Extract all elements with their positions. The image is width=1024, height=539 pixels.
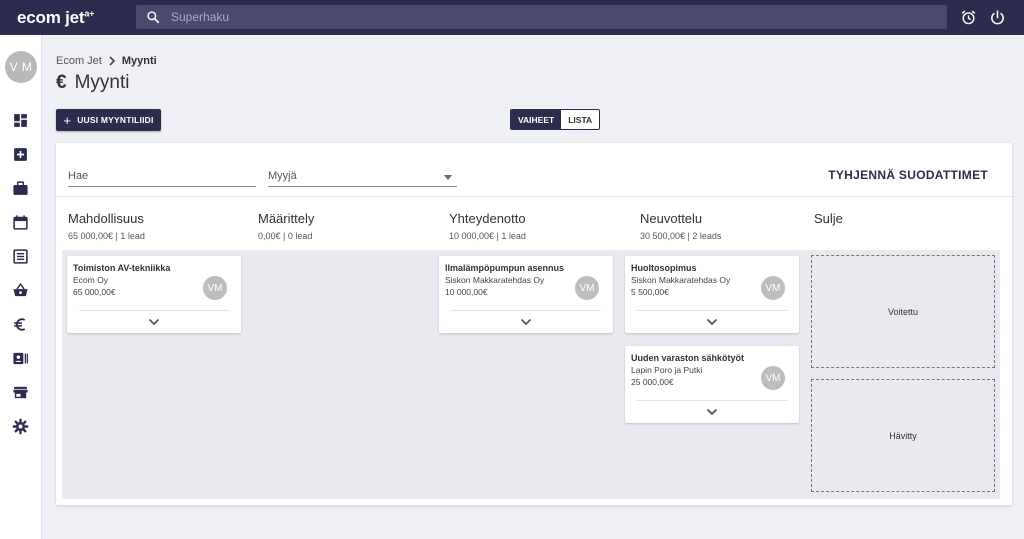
lost-dropzone[interactable]: Hävitty — [811, 379, 995, 492]
chevron-down-icon[interactable] — [706, 318, 718, 326]
search-icon — [147, 11, 160, 24]
chevron-down-icon[interactable] — [520, 318, 532, 326]
column-header: Mahdollisuus 65 000,00€ | 1 lead — [68, 211, 145, 241]
lead-card[interactable]: Toimiston AV-tekniikka Ecom Oy 65 000,00… — [67, 256, 241, 333]
view-stages-button[interactable]: VAIHEET — [511, 110, 562, 129]
dashboard-icon[interactable] — [12, 112, 29, 129]
view-list-button[interactable]: LISTA — [561, 110, 600, 129]
lead-card[interactable]: Ilmalämpöpumpun asennus Siskon Makkarate… — [439, 256, 613, 333]
column-header: Määrittely 0,00€ | 0 lead — [258, 211, 315, 241]
sales-board-panel: Hae Myyjä TYHJENNÄ SUODATTIMET Mahdollis… — [56, 143, 1012, 505]
kanban-board: Toimiston AV-tekniikka Ecom Oy 65 000,00… — [62, 250, 1000, 499]
add-box-icon[interactable] — [12, 146, 29, 163]
chevron-right-icon — [109, 56, 115, 66]
euro-icon[interactable] — [12, 316, 29, 333]
top-bar: ecom jeta+ Superhaku — [0, 0, 1024, 35]
column-header: Yhteydenotto 10 000,00€ | 1 lead — [449, 211, 526, 241]
settings-icon[interactable] — [12, 418, 29, 435]
breadcrumb-current: Myynti — [121, 55, 157, 67]
owner-avatar: VM — [761, 366, 785, 390]
page-title: € Myynti — [56, 72, 129, 94]
column-header: Sulje — [814, 211, 843, 226]
calendar-icon[interactable] — [12, 214, 29, 231]
power-icon[interactable] — [989, 9, 1006, 26]
store-icon[interactable] — [12, 384, 29, 401]
list-icon[interactable] — [12, 248, 29, 265]
owner-avatar: VM — [575, 276, 599, 300]
won-dropzone[interactable]: Voitettu — [811, 255, 995, 368]
euro-icon: € — [56, 72, 67, 93]
clear-filters-button[interactable]: TYHJENNÄ SUODATTIMET — [828, 168, 988, 182]
lead-card[interactable]: Huoltosopimus Siskon Makkaratehdas Oy 5 … — [625, 256, 799, 333]
search-filter-input[interactable]: Hae — [68, 163, 256, 187]
divider — [451, 310, 601, 311]
new-lead-button[interactable]: + UUSI MYYNTILIIDI — [56, 109, 161, 131]
chevron-down-icon[interactable] — [148, 318, 160, 326]
breadcrumb-root[interactable]: Ecom Jet — [56, 55, 102, 67]
owner-avatar: VM — [761, 276, 785, 300]
app-logo[interactable]: ecom jeta+ — [17, 8, 135, 28]
sidebar: V M — [0, 35, 42, 539]
search-bar[interactable]: Superhaku — [136, 5, 947, 29]
owner-avatar: VM — [203, 276, 227, 300]
view-toggle: VAIHEET LISTA — [510, 109, 601, 130]
divider — [79, 310, 229, 311]
breadcrumb: Ecom Jet Myynti — [56, 55, 157, 67]
basket-icon[interactable] — [12, 282, 29, 299]
search-placeholder: Superhaku — [171, 10, 230, 24]
divider — [56, 196, 1012, 197]
plus-icon: + — [63, 112, 72, 128]
lead-card[interactable]: Uuden varaston sähkötyöt Lapin Poro ja P… — [625, 346, 799, 423]
user-avatar[interactable]: V M — [5, 51, 37, 83]
chevron-down-icon[interactable] — [706, 408, 718, 416]
divider — [637, 310, 787, 311]
briefcase-icon[interactable] — [12, 180, 29, 197]
dropdown-arrow-icon — [444, 175, 452, 180]
contacts-icon[interactable] — [12, 350, 29, 367]
page-title-text: Myynti — [74, 72, 130, 93]
alarm-clock-icon[interactable] — [960, 9, 977, 26]
divider — [637, 400, 787, 401]
column-header: Neuvottelu 30 500,00€ | 2 leads — [640, 211, 722, 241]
seller-select[interactable]: Myyjä — [268, 163, 457, 187]
